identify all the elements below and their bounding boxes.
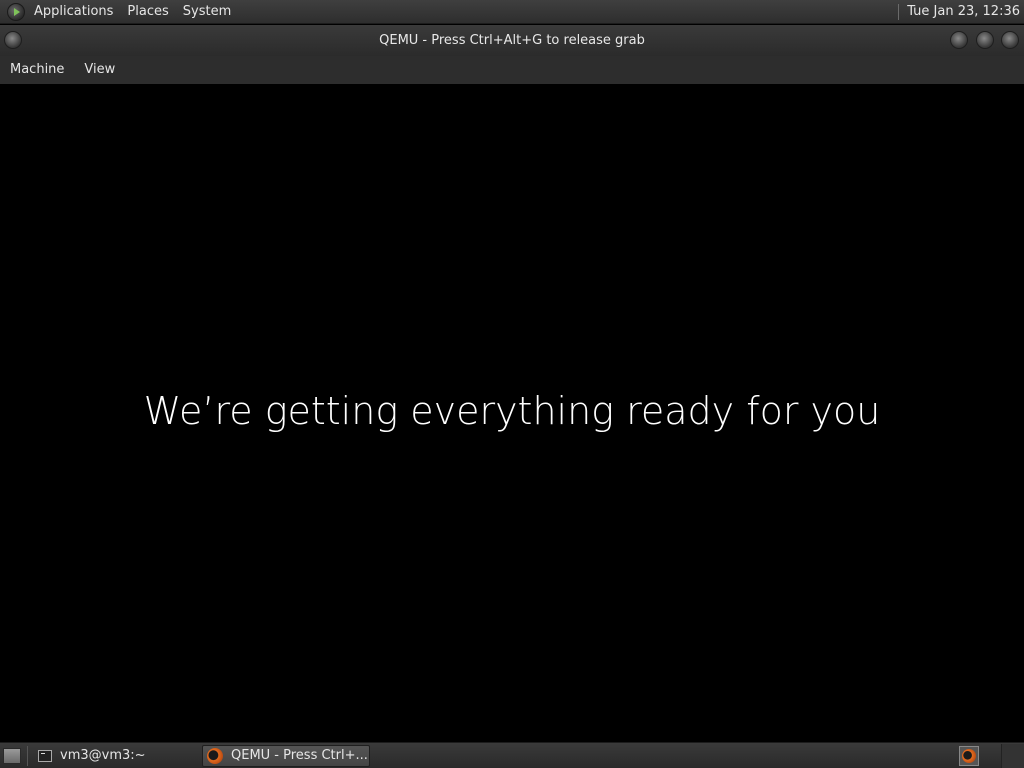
clock-area: Tue Jan 23, 12:36 (898, 0, 1024, 24)
qemu-menubar: Machine View (0, 56, 1024, 84)
distro-logo-icon[interactable] (7, 2, 25, 21)
applications-menu[interactable]: Applications (27, 0, 120, 24)
view-menu[interactable]: View (74, 56, 125, 84)
minimize-button[interactable] (950, 31, 968, 49)
terminal-icon (38, 749, 52, 762)
desktop-screen: Applications Places System Tue Jan 23, 1… (0, 0, 1024, 768)
taskbar-item-terminal[interactable]: vm3@vm3:~ (34, 745, 196, 767)
taskbar-item-label: vm3@vm3:~ (60, 748, 146, 763)
panel-menus: Applications Places System (27, 0, 238, 24)
panel-separator (27, 745, 28, 766)
clock[interactable]: Tue Jan 23, 12:36 (907, 4, 1024, 19)
top-panel: Applications Places System Tue Jan 23, 1… (0, 0, 1024, 24)
close-button[interactable] (1001, 31, 1019, 49)
window-titlebar[interactable]: QEMU - Press Ctrl+Alt+G to release grab (0, 25, 1024, 56)
panel-separator (898, 3, 900, 20)
show-desktop-icon[interactable] (3, 747, 21, 764)
tray-qemu-button[interactable] (959, 745, 979, 766)
vm-display[interactable]: We’re getting everything ready for you (0, 84, 1024, 742)
system-menu[interactable]: System (176, 0, 238, 24)
qemu-icon (207, 747, 223, 764)
bottom-panel: vm3@vm3:~ QEMU - Press Ctrl+... (0, 742, 1024, 768)
window-title: QEMU - Press Ctrl+Alt+G to release grab (379, 33, 645, 48)
qemu-icon (962, 748, 976, 763)
window-menu-button[interactable] (4, 31, 22, 49)
taskbar-item-qemu[interactable]: QEMU - Press Ctrl+... (202, 744, 370, 767)
workspace-switcher[interactable] (1001, 743, 1024, 768)
places-menu[interactable]: Places (120, 0, 175, 24)
setup-message: We’re getting everything ready for you (143, 388, 881, 433)
maximize-button[interactable] (976, 31, 994, 49)
taskbar-item-label: QEMU - Press Ctrl+... (231, 748, 368, 763)
system-tray (959, 743, 1024, 768)
machine-menu[interactable]: Machine (0, 56, 74, 84)
